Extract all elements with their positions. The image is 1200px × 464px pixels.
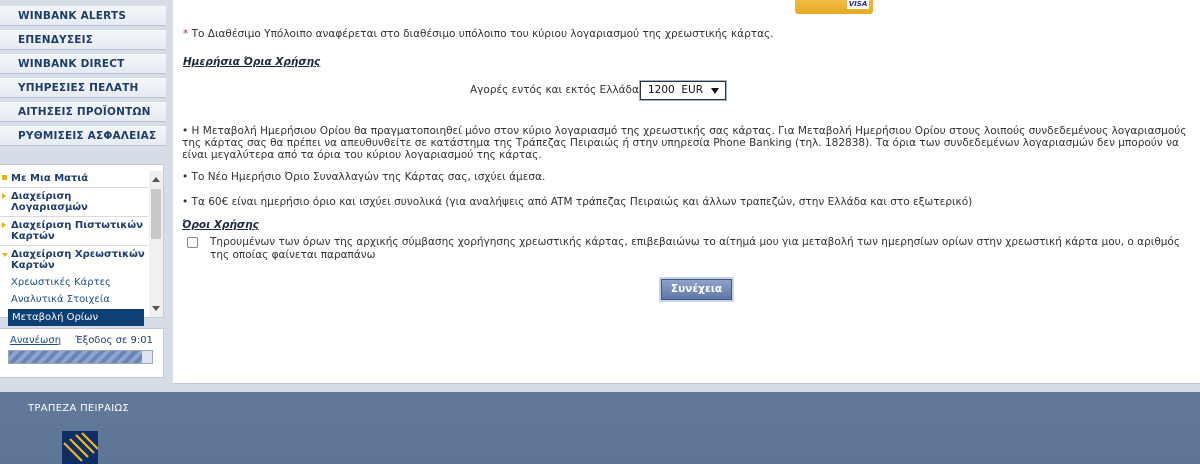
terms-text: Τηρουμένων των όρων της αρχικής σύμβασης… — [210, 236, 1181, 261]
nav-item-credit-cards-label: Διαχείριση Πιστωτικών Καρτών — [11, 220, 143, 242]
chevron-down-icon — [711, 88, 719, 94]
piraeus-bank-logo-icon — [62, 431, 98, 464]
menu-item-customer-services[interactable]: ΥΠΗΡΕΣΙΕΣ ΠΕΛΑΤΗ — [0, 78, 166, 98]
session-progress-fill — [9, 351, 142, 363]
logout-label: Έξοδος σε — [75, 335, 128, 346]
terms-title: Όροι Χρήσης — [182, 219, 259, 231]
nav-sub-item-limit-change[interactable]: Μεταβολή Ορίων — [8, 309, 144, 326]
nav-item-accounts[interactable]: Διαχείριση Λογαριασμών — [0, 189, 148, 215]
scroll-up-arrow-icon[interactable] — [152, 177, 160, 182]
scroll-thumb[interactable] — [151, 189, 161, 239]
nav-item-debit-cards-label: Διαχείριση Χρεωστικών Καρτών — [11, 249, 145, 271]
footer-brand: ΤΡΑΠΕΖΑ ΠΕΙΡΑΙΩΣ — [28, 403, 130, 414]
balance-note-text: Το Διαθέσιμο Υπόλοιπο αναφέρεται στο δια… — [191, 28, 774, 40]
terms-row: Τηρουμένων των όρων της αρχικής σύμβασης… — [187, 236, 1197, 262]
balance-note: * Το Διαθέσιμο Υπόλοιπο αναφέρεται στο δ… — [183, 28, 774, 40]
nav-divider — [0, 216, 148, 217]
limit-select-value: 1200 EUR — [648, 84, 704, 96]
note-asterisk: * — [183, 28, 189, 40]
limits-title: Ημερήσια Όρια Χρήσης — [183, 56, 321, 68]
nav-item-credit-cards[interactable]: Διαχείριση Πιστωτικών Καρτών — [0, 218, 148, 244]
nav-sub-item-debit-cards[interactable]: Χρεωστικές Κάρτες — [0, 273, 148, 290]
nav-sub-item-details[interactable]: Αναλυτικά Στοιχεία — [0, 290, 148, 307]
limit-label: Αγορές εντός και εκτός Ελλάδας: — [470, 84, 649, 96]
nav-tree: Με Μια Ματιά Διαχείριση Λογαριασμών Διαχ… — [0, 171, 148, 326]
main-content: VISA * Το Διαθέσιμο Υπόλοιπο αναφέρεται … — [173, 0, 1200, 384]
nav-tree-panel: Με Μια Ματιά Διαχείριση Λογαριασμών Διαχ… — [0, 164, 164, 326]
bullet-new-limit-effective: • Το Νέο Ημερήσιο Όριο Συναλλαγών της Κά… — [182, 171, 546, 183]
menu-item-product-applications[interactable]: ΑΙΤΗΣΕΙΣ ΠΡΟΪΟΝΤΩΝ — [0, 102, 166, 122]
menu-item-winbank-alerts[interactable]: WINBANK ALERTS — [0, 6, 166, 26]
nav-item-overview[interactable]: Με Μια Ματιά — [0, 171, 148, 186]
nav-divider — [0, 245, 148, 246]
limit-select[interactable]: 1200 EUR — [639, 80, 727, 101]
main-menu: WINBANK ALERTS ΕΠΕΝΔΥΣΕΙΣ WINBANK DIRECT… — [0, 6, 166, 150]
sidebar: WINBANK ALERTS ΕΠΕΝΔΥΣΕΙΣ WINBANK DIRECT… — [0, 0, 166, 392]
bullet-limit-change-info: • Η Μεταβολή Ημερήσιου Ορίου θα πραγματο… — [182, 125, 1187, 161]
terms-checkbox[interactable] — [187, 237, 198, 248]
menu-item-security-settings[interactable]: ΡΥΘΜΙΣΕΙΣ ΑΣΦΑΛΕΙΑΣ — [0, 126, 166, 146]
triangle-right-icon — [2, 222, 6, 228]
nav-divider — [0, 187, 148, 188]
nav-item-accounts-label: Διαχείριση Λογαριασμών — [11, 191, 88, 213]
logout-time: 9:01 — [130, 335, 153, 346]
triangle-down-icon — [2, 253, 8, 257]
square-bullet-icon — [2, 175, 7, 180]
menu-item-investments[interactable]: ΕΠΕΝΔΥΣΕΙΣ — [0, 30, 166, 50]
session-progress-bar — [8, 350, 153, 364]
nav-item-overview-label: Με Μια Ματιά — [11, 173, 89, 184]
visa-logo-icon: VISA — [847, 0, 869, 9]
session-panel: Ανανέωση Έξοδος σε 9:01 — [0, 328, 164, 378]
logout-timer: Έξοδος σε 9:01 — [75, 335, 153, 346]
scroll-down-arrow-icon[interactable] — [152, 306, 160, 311]
nav-item-debit-cards[interactable]: Διαχείριση Χρεωστικών Καρτών — [0, 247, 148, 273]
menu-item-winbank-direct[interactable]: WINBANK DIRECT — [0, 54, 166, 74]
card-image: VISA — [795, 0, 873, 14]
bullet-atm-limit: • Τα 60€ είναι ημερήσιο όριο και ισχύει … — [182, 196, 973, 208]
continue-button[interactable]: Συνέχεια — [661, 279, 732, 300]
triangle-right-icon — [2, 193, 6, 199]
nav-scrollbar[interactable] — [149, 171, 163, 317]
refresh-link[interactable]: Ανανέωση — [10, 335, 61, 346]
